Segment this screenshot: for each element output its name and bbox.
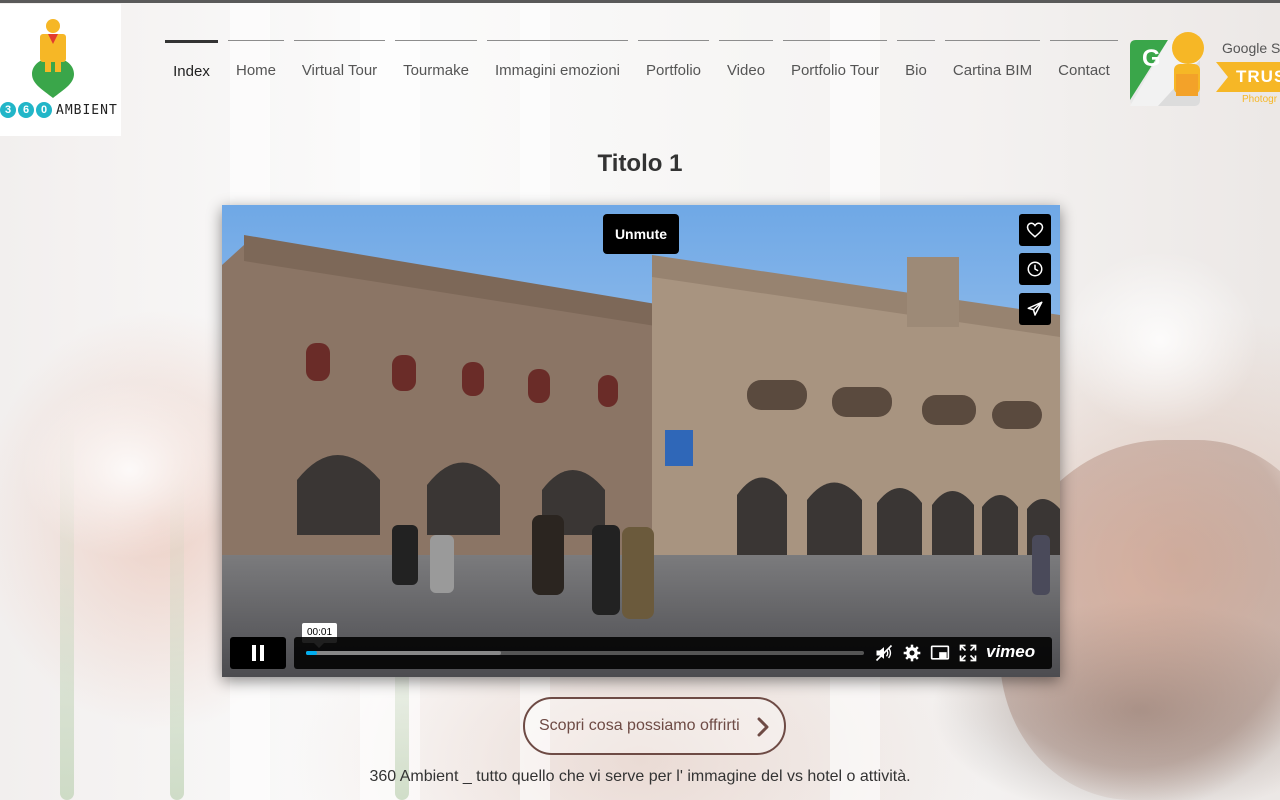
main-navigation: Index Home Virtual Tour Tourmake Immagin… bbox=[165, 40, 1118, 100]
logo-digit: 3 bbox=[0, 102, 16, 118]
nav-item-index[interactable]: Index bbox=[165, 40, 218, 100]
progress-buffered bbox=[306, 651, 502, 655]
site-logo[interactable]: 3 6 0 AMBIENT bbox=[0, 4, 121, 136]
video-controls: vimeo bbox=[230, 637, 1052, 669]
nav-item-video[interactable]: Video bbox=[719, 40, 773, 100]
gear-icon[interactable] bbox=[902, 643, 922, 663]
discover-offer-button[interactable]: Scopri cosa possiamo offrirti bbox=[523, 697, 786, 755]
fullscreen-icon[interactable] bbox=[958, 643, 978, 663]
nav-item-portfolio[interactable]: Portfolio bbox=[638, 40, 709, 100]
heart-icon bbox=[1026, 222, 1044, 238]
pause-button[interactable] bbox=[230, 637, 286, 669]
pause-icon bbox=[252, 645, 264, 661]
watch-later-button[interactable] bbox=[1019, 253, 1051, 285]
send-icon bbox=[1027, 301, 1043, 316]
progress-played bbox=[306, 651, 318, 655]
nav-item-contact[interactable]: Contact bbox=[1050, 40, 1118, 100]
chevron-right-icon bbox=[757, 717, 769, 737]
google-badge-brand: Google St bbox=[1222, 40, 1280, 56]
google-badge-subtext: Photogr bbox=[1242, 94, 1278, 105]
share-button[interactable] bbox=[1019, 293, 1051, 325]
logo-digit: 0 bbox=[36, 102, 52, 118]
video-frame bbox=[222, 205, 1060, 677]
tagline: 360 Ambient _ tutto quello che vi serve … bbox=[369, 768, 911, 785]
nav-item-immagini-emozioni[interactable]: Immagini emozioni bbox=[487, 40, 628, 100]
nav-item-virtual-tour[interactable]: Virtual Tour bbox=[294, 40, 385, 100]
volume-muted-icon[interactable] bbox=[874, 643, 894, 663]
control-bar: vimeo bbox=[294, 637, 1052, 669]
logo-word-text: AMBIENT bbox=[56, 102, 118, 118]
svg-text:G: G bbox=[1142, 45, 1161, 72]
like-button[interactable] bbox=[1019, 214, 1051, 246]
logo-figure-icon bbox=[32, 19, 74, 98]
page-title: Titolo 1 bbox=[597, 150, 683, 177]
nav-item-tourmake[interactable]: Tourmake bbox=[395, 40, 477, 100]
nav-item-cartina-bim[interactable]: Cartina BIM bbox=[945, 40, 1040, 100]
discover-offer-label: Scopri cosa possiamo offrirti bbox=[539, 717, 740, 734]
pip-icon[interactable] bbox=[930, 643, 950, 663]
vimeo-logo[interactable]: vimeo bbox=[986, 642, 1035, 662]
clock-icon bbox=[1027, 261, 1043, 277]
progress-bar[interactable] bbox=[306, 651, 864, 655]
logo-digit: 6 bbox=[18, 102, 34, 118]
top-border bbox=[0, 0, 1280, 3]
logo-wordmark: 3 6 0 AMBIENT bbox=[0, 102, 121, 118]
nav-item-portfolio-tour[interactable]: Portfolio Tour bbox=[783, 40, 887, 100]
video-player[interactable]: Unmute 00:01 vimeo bbox=[222, 205, 1060, 677]
nav-item-bio[interactable]: Bio bbox=[897, 40, 935, 100]
nav-item-home[interactable]: Home bbox=[228, 40, 284, 100]
unmute-button[interactable]: Unmute bbox=[603, 214, 679, 254]
